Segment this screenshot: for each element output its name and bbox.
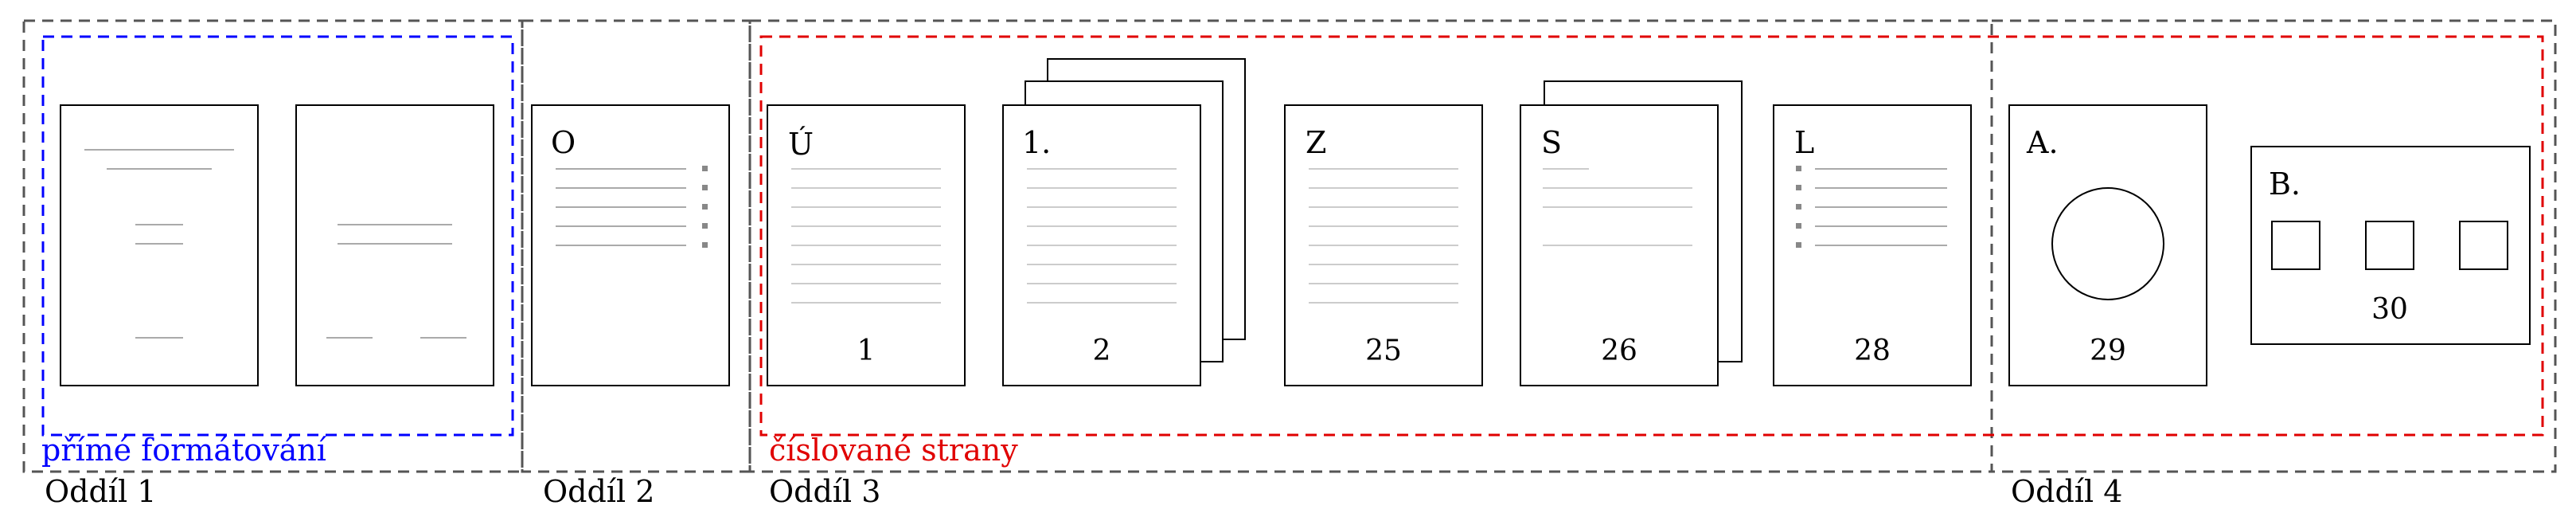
page-appendix-a-number: 29: [2090, 335, 2126, 367]
page-conclusion-letter: Z: [1306, 125, 1326, 160]
page-introduction: Ú 1: [767, 104, 966, 386]
page-title: [60, 104, 259, 386]
page-introduction-letter: Ú: [788, 127, 814, 162]
page-assignment: [295, 104, 494, 386]
page-appendix-a-letter: A.: [2026, 125, 2059, 160]
numbered-pages-label: číslované strany: [769, 433, 1018, 468]
page-summary-letter: S: [1541, 125, 1562, 160]
page-contents: O: [531, 104, 730, 386]
page-literature: L 28: [1773, 104, 1972, 386]
page-appendix-b-number: 30: [2371, 293, 2408, 326]
page-introduction-number: 1: [857, 335, 876, 367]
page-chapters-stack: 1. 2: [1002, 58, 1246, 386]
page-appendix-b: B. 30: [2250, 146, 2531, 345]
page-literature-number: 28: [1854, 335, 1891, 367]
direct-formatting-label: přímé formátování: [41, 433, 327, 468]
section-1-label: Oddíl 1: [45, 474, 156, 509]
page-appendix-a: A. 29: [2008, 104, 2207, 386]
section-2-label: Oddíl 2: [543, 474, 654, 509]
page-literature-letter: L: [1794, 125, 1814, 160]
page-chapters-number: 2: [1093, 335, 1111, 367]
page-summary-stack: S 26: [1520, 80, 1743, 386]
page-chapters-letter: 1.: [1022, 125, 1051, 160]
page-conclusion-number: 25: [1365, 335, 1402, 367]
section-3-label: Oddíl 3: [769, 474, 880, 509]
section-4-label: Oddíl 4: [2011, 474, 2122, 509]
page-conclusion: Z 25: [1284, 104, 1483, 386]
page-appendix-b-letter: B.: [2269, 166, 2301, 202]
page-summary-number: 26: [1601, 335, 1637, 367]
page-contents-letter: O: [551, 125, 576, 160]
